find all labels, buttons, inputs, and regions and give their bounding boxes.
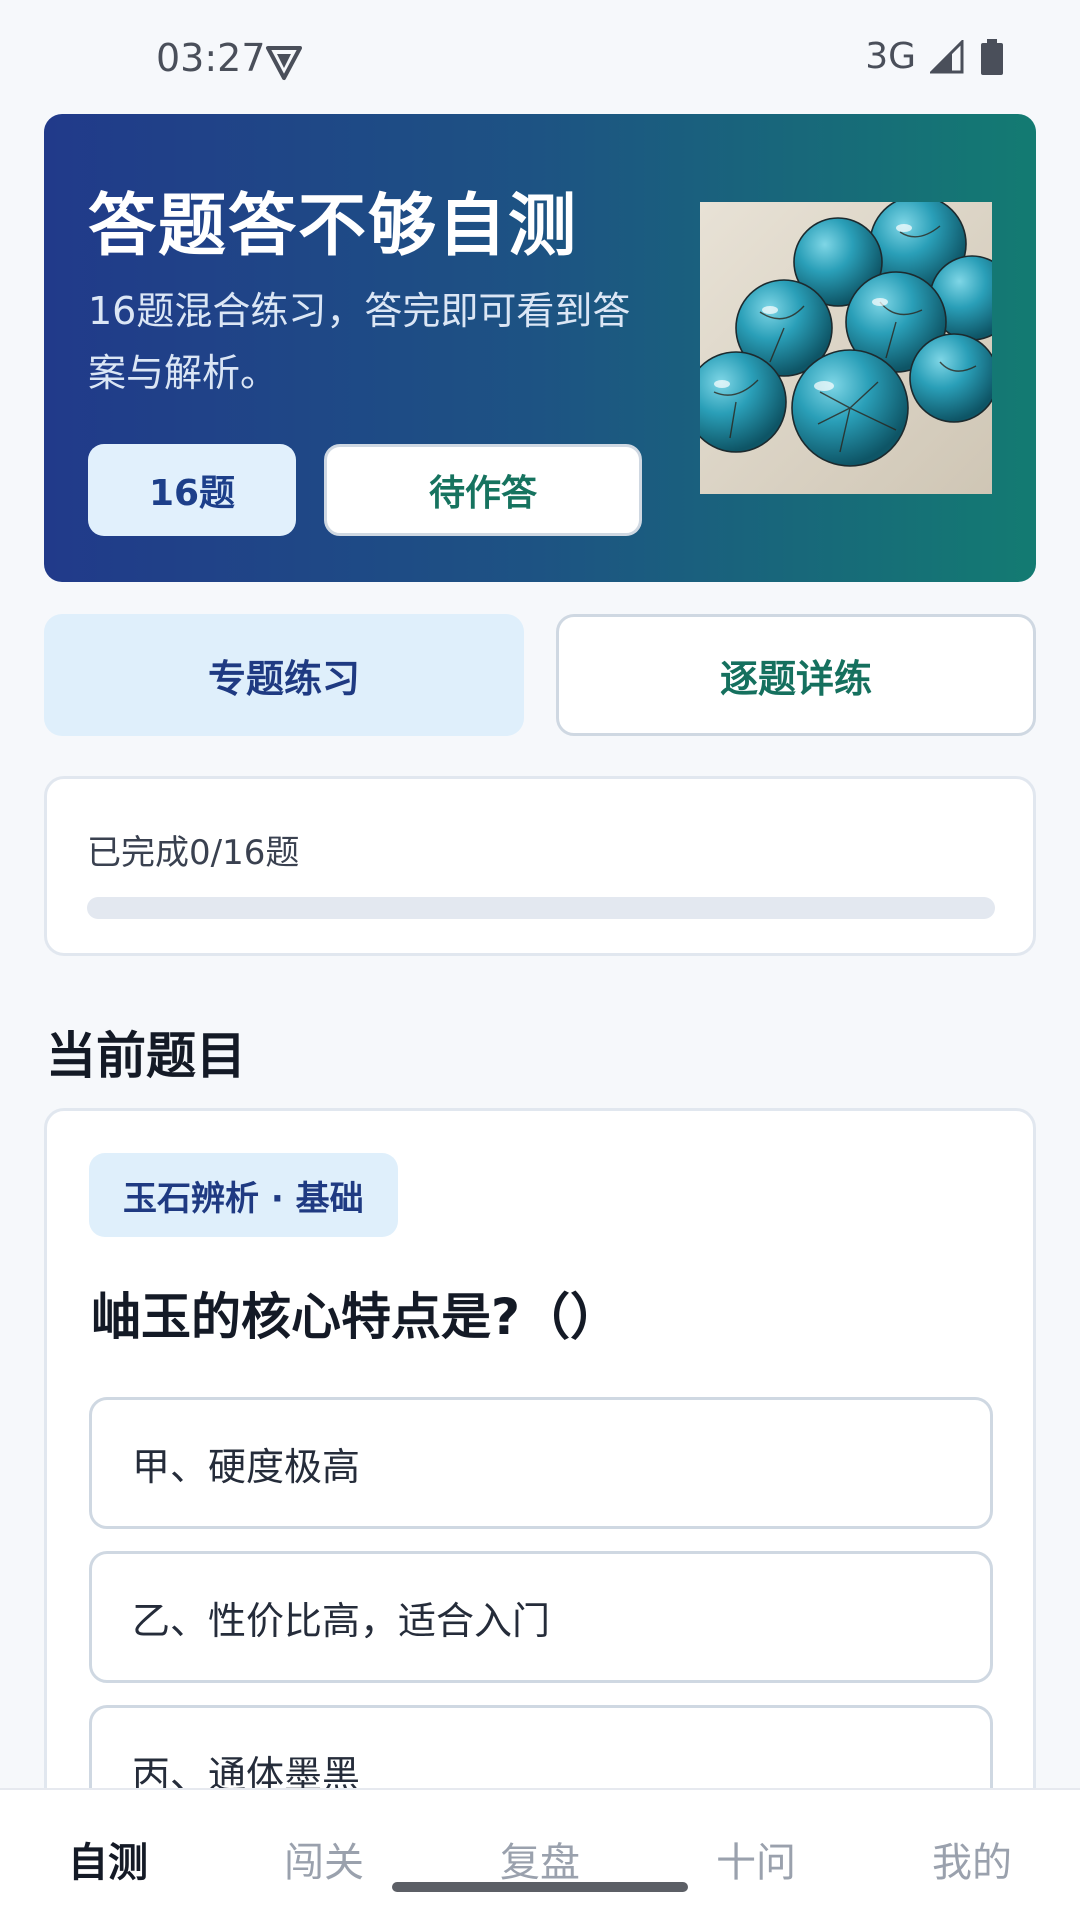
question-card: 玉石辨析 · 基础 岫玉的核心特点是?（） 甲、硬度极高 乙、性价比高，适合入门… [44,1108,1036,1808]
status-time: 03:27 [156,36,266,80]
topic-practice-button[interactable]: 专题练习 [44,614,524,736]
nav-item-ten-questions[interactable]: 十问 [648,1790,864,1920]
nav-item-review[interactable]: 复盘 [432,1790,648,1920]
status-right: 3G [865,36,1004,77]
nav-item-self-test[interactable]: 自测 [0,1790,216,1920]
bottom-nav: 自测 闯关 复盘 十问 我的 [0,1788,1080,1920]
progress-text: 已完成0/16题 [87,833,300,873]
section-title: 当前题目 [46,1027,246,1085]
hero-subtitle: 16题混合练习，答完即可看到答案与解析。 [88,289,631,395]
signal-icon [930,39,964,73]
hero-banner: 答题答不够自测 16题混合练习，答完即可看到答案与解析。 16题 待作答 [44,114,1036,582]
vpn-shield-icon [266,46,302,80]
progress-bar [87,897,995,919]
status-bar: 03:27 3G [0,0,1080,110]
question-count-badge: 16题 [88,444,296,536]
battery-icon [981,38,1003,75]
home-indicator[interactable] [392,1882,688,1892]
network-type: 3G [865,36,916,77]
answer-status-badge: 待作答 [324,444,642,536]
detailed-practice-button[interactable]: 逐题详练 [556,614,1036,736]
option-a[interactable]: 甲、硬度极高 [89,1397,993,1529]
option-b[interactable]: 乙、性价比高，适合入门 [89,1551,993,1683]
question-category-tag: 玉石辨析 · 基础 [89,1153,398,1237]
hero-title: 答题答不够自测 [88,187,579,266]
progress-card: 已完成0/16题 [44,776,1036,956]
nav-item-challenge[interactable]: 闯关 [216,1790,432,1920]
turquoise-beads-image [700,202,992,494]
nav-item-profile[interactable]: 我的 [864,1790,1080,1920]
question-text: 岫玉的核心特点是?（） [91,1288,621,1346]
